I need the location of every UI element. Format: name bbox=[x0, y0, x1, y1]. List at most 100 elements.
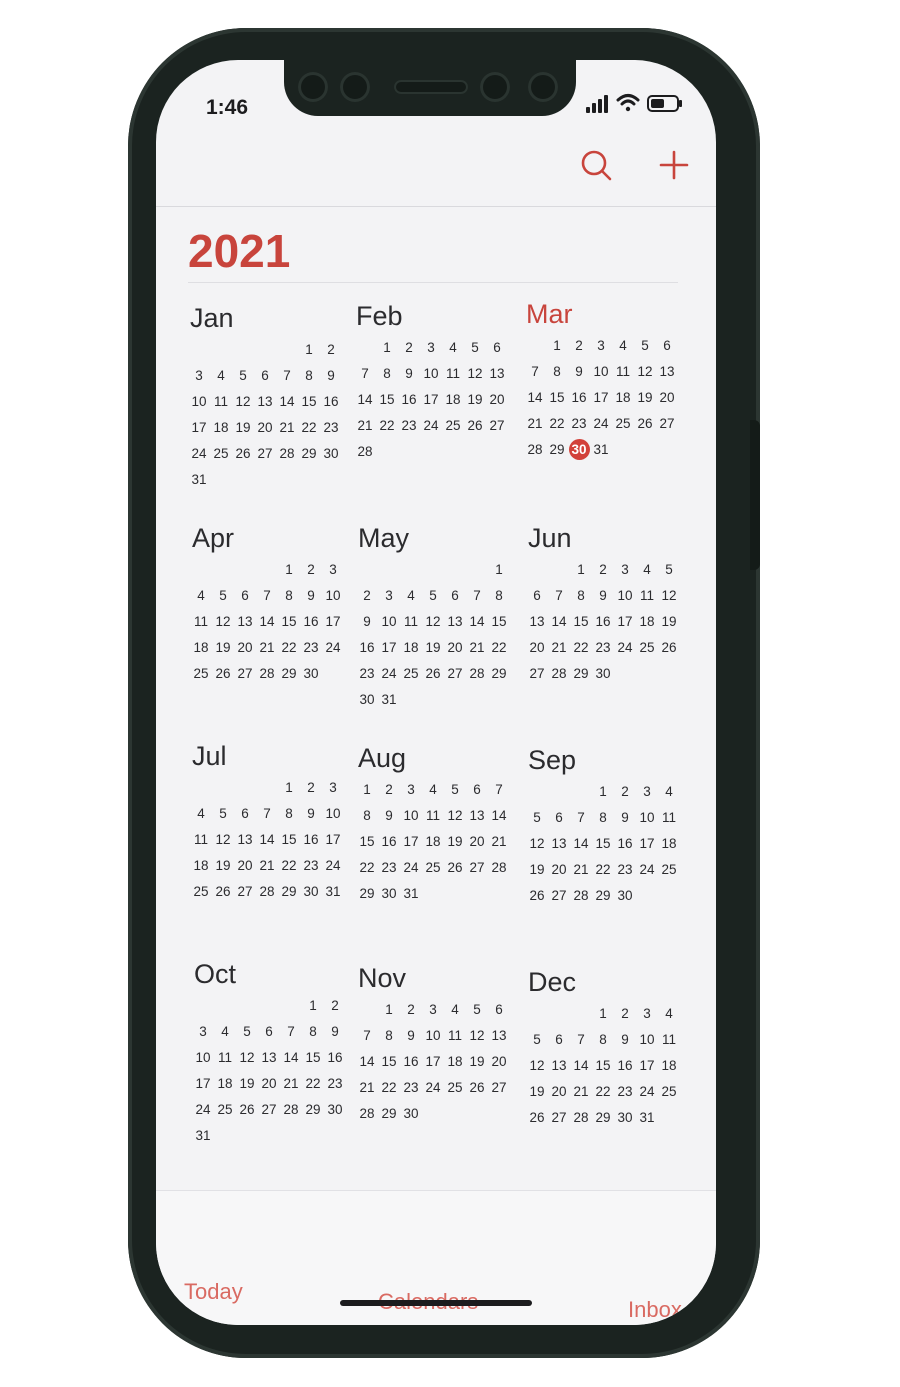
day-cell[interactable]: 2 bbox=[398, 334, 420, 360]
day-cell[interactable]: 27 bbox=[486, 412, 508, 438]
day-cell[interactable]: 26 bbox=[444, 854, 466, 880]
day-cell[interactable]: 31 bbox=[188, 466, 210, 492]
day-cell[interactable]: 18 bbox=[658, 830, 680, 856]
day-cell[interactable]: 13 bbox=[548, 1052, 570, 1078]
day-cell[interactable]: 25 bbox=[214, 1096, 236, 1122]
day-cell[interactable]: 26 bbox=[236, 1096, 258, 1122]
day-cell[interactable]: 21 bbox=[356, 1074, 378, 1100]
day-cell[interactable]: 13 bbox=[258, 1044, 280, 1070]
day-cell[interactable]: 20 bbox=[656, 384, 678, 410]
day-cell[interactable]: 11 bbox=[190, 826, 212, 852]
day-cell[interactable]: 19 bbox=[658, 608, 680, 634]
day-cell[interactable]: 19 bbox=[422, 634, 444, 660]
day-cell[interactable]: 30 bbox=[300, 878, 322, 904]
day-cell[interactable]: 23 bbox=[400, 1074, 422, 1100]
day-cell[interactable]: 24 bbox=[636, 856, 658, 882]
day-cell[interactable]: 18 bbox=[400, 634, 422, 660]
day-cell[interactable]: 28 bbox=[524, 436, 546, 462]
day-cell[interactable]: 10 bbox=[188, 388, 210, 414]
day-cell[interactable]: 15 bbox=[378, 1048, 400, 1074]
day-cell[interactable]: 22 bbox=[378, 1074, 400, 1100]
day-cell[interactable]: 25 bbox=[658, 856, 680, 882]
day-cell[interactable]: 14 bbox=[256, 826, 278, 852]
day-cell[interactable]: 1 bbox=[278, 774, 300, 800]
day-cell[interactable]: 1 bbox=[278, 556, 300, 582]
day-cell[interactable]: 29 bbox=[298, 440, 320, 466]
day-cell[interactable]: 14 bbox=[488, 802, 510, 828]
day-cell[interactable]: 29 bbox=[570, 660, 592, 686]
day-cell[interactable]: 25 bbox=[190, 878, 212, 904]
day-cell[interactable]: 4 bbox=[210, 362, 232, 388]
day-cell[interactable]: 3 bbox=[636, 1000, 658, 1026]
day-cell[interactable]: 8 bbox=[298, 362, 320, 388]
day-cell[interactable]: 3 bbox=[192, 1018, 214, 1044]
day-cell[interactable]: 17 bbox=[322, 608, 344, 634]
day-cell[interactable]: 22 bbox=[376, 412, 398, 438]
day-cell[interactable]: 7 bbox=[256, 582, 278, 608]
day-cell[interactable]: 3 bbox=[378, 582, 400, 608]
day-cell[interactable]: 19 bbox=[232, 414, 254, 440]
month-jan[interactable]: Jan 1 2 3 4 5 6 7 8 9 10 11 12 13 14 15 16 17 18 19 20 21 22 23… bbox=[188, 300, 348, 492]
day-cell[interactable]: 13 bbox=[656, 358, 678, 384]
day-cell[interactable]: 12 bbox=[526, 830, 548, 856]
day-cell[interactable]: 5 bbox=[658, 556, 680, 582]
day-cell[interactable]: 23 bbox=[614, 856, 636, 882]
day-cell[interactable]: 2 bbox=[324, 992, 346, 1018]
day-cell[interactable]: 22 bbox=[298, 414, 320, 440]
day-cell[interactable]: 5 bbox=[422, 582, 444, 608]
day-cell[interactable]: 5 bbox=[526, 804, 548, 830]
day-cell[interactable]: 16 bbox=[592, 608, 614, 634]
day-cell[interactable]: 15 bbox=[570, 608, 592, 634]
day-cell[interactable]: 24 bbox=[322, 634, 344, 660]
day-cell[interactable]: 27 bbox=[656, 410, 678, 436]
day-cell[interactable]: 28 bbox=[276, 440, 298, 466]
day-cell[interactable]: 21 bbox=[570, 1078, 592, 1104]
day-cell[interactable]: 20 bbox=[234, 852, 256, 878]
day-cell[interactable]: 7 bbox=[256, 800, 278, 826]
day-cell[interactable]: 9 bbox=[592, 582, 614, 608]
day-cell[interactable]: 7 bbox=[524, 358, 546, 384]
day-cell[interactable]: 23 bbox=[300, 634, 322, 660]
day-cell[interactable]: 4 bbox=[422, 776, 444, 802]
day-cell[interactable]: 5 bbox=[464, 334, 486, 360]
day-cell[interactable]: 9 bbox=[320, 362, 342, 388]
day-cell[interactable]: 21 bbox=[276, 414, 298, 440]
day-cell[interactable]: 17 bbox=[188, 414, 210, 440]
day-cell[interactable]: 22 bbox=[278, 852, 300, 878]
day-cell[interactable]: 7 bbox=[356, 1022, 378, 1048]
day-cell[interactable]: 5 bbox=[466, 996, 488, 1022]
day-cell[interactable]: 10 bbox=[322, 800, 344, 826]
day-cell[interactable]: 6 bbox=[548, 804, 570, 830]
day-cell[interactable]: 7 bbox=[548, 582, 570, 608]
month-dec[interactable]: Dec 1 2 3 4 5 6 7 8 9 10 11 12 13 14 15 16 17 18 19 20 21 22 23… bbox=[526, 964, 686, 1130]
day-cell[interactable]: 23 bbox=[568, 410, 590, 436]
day-cell[interactable]: 14 bbox=[570, 1052, 592, 1078]
day-cell[interactable]: 20 bbox=[444, 634, 466, 660]
day-cell[interactable]: 30 bbox=[324, 1096, 346, 1122]
home-indicator[interactable] bbox=[340, 1300, 532, 1306]
day-cell[interactable]: 13 bbox=[548, 830, 570, 856]
day-cell[interactable]: 20 bbox=[548, 1078, 570, 1104]
day-cell[interactable]: 22 bbox=[278, 634, 300, 660]
day-cell[interactable]: 5 bbox=[526, 1026, 548, 1052]
day-cell[interactable]: 7 bbox=[354, 360, 376, 386]
day-cell[interactable]: 24 bbox=[422, 1074, 444, 1100]
day-cell[interactable]: 9 bbox=[300, 582, 322, 608]
day-cell[interactable]: 12 bbox=[212, 608, 234, 634]
day-cell[interactable]: 29 bbox=[278, 878, 300, 904]
day-cell[interactable]: 9 bbox=[614, 804, 636, 830]
day-cell[interactable]: 20 bbox=[548, 856, 570, 882]
day-cell[interactable]: 27 bbox=[548, 1104, 570, 1130]
day-cell[interactable]: 27 bbox=[444, 660, 466, 686]
day-cell[interactable]: 29 bbox=[378, 1100, 400, 1126]
month-aug[interactable]: Aug 1 2 3 4 5 6 7 8 9 10 11 12 13 14 15 16 17 18 19 20 21 22 23… bbox=[356, 740, 516, 906]
month-oct[interactable]: Oct 1 2 3 4 5 6 7 8 9 10 11 12 13 14 15 16 17 18 19 20 21 22 23… bbox=[192, 956, 352, 1148]
day-cell[interactable]: 10 bbox=[322, 582, 344, 608]
day-cell[interactable]: 9 bbox=[400, 1022, 422, 1048]
day-cell[interactable]: 31 bbox=[378, 686, 400, 712]
day-cell[interactable]: 28 bbox=[280, 1096, 302, 1122]
day-cell[interactable]: 12 bbox=[464, 360, 486, 386]
day-cell[interactable]: 14 bbox=[548, 608, 570, 634]
day-cell[interactable]: 7 bbox=[570, 804, 592, 830]
day-cell[interactable]: 8 bbox=[278, 582, 300, 608]
